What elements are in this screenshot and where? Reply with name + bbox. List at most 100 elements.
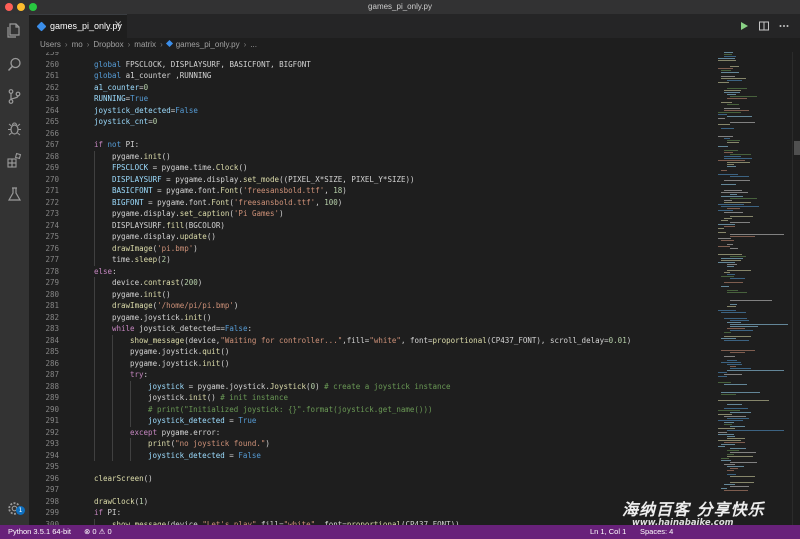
minimap-line (724, 442, 745, 443)
watermark-url: www.hainabaike.com (632, 518, 734, 528)
code-editor[interactable]: 259 260 global FPSCLOCK, DISPLAYSURF, BASI… (29, 52, 714, 525)
code-line[interactable]: 298 drawClock(1) (29, 496, 714, 508)
python-interpreter[interactable]: Python 3.5.1 64-bit (8, 525, 71, 539)
code-token: () (202, 312, 212, 322)
breadcrumb-item[interactable]: mo (72, 40, 83, 49)
breadcrumb-item[interactable]: games_pi_only.py (176, 40, 240, 49)
breadcrumb-item[interactable]: Users (40, 40, 61, 49)
code-line[interactable]: 280 pygame.init() (29, 288, 714, 300)
indent-guide (112, 415, 113, 427)
line-number: 262 (45, 82, 59, 92)
code-line[interactable]: 293 print("no joystick found.") (29, 438, 714, 450)
code-line[interactable]: 269 FPSCLOCK = pygame.time.Clock() (29, 162, 714, 174)
code-token: set_mode (242, 174, 280, 184)
code-line[interactable]: 275 pygame.display.update() (29, 231, 714, 243)
code-line[interactable]: 299 if PI: (29, 507, 714, 519)
extensions-icon[interactable] (6, 152, 23, 169)
line-number: 287 (45, 370, 59, 379)
tab-games-pi-only[interactable]: games_pi_only.py × (29, 14, 127, 38)
code-line[interactable]: 296 clearScreen() (29, 473, 714, 485)
minimap-line (730, 486, 750, 487)
run-python-icon[interactable] (738, 20, 750, 32)
code-line[interactable]: 291 joystick_detected = True (29, 415, 714, 427)
code-token: () (143, 473, 153, 483)
code-text: global FPSCLOCK, DISPLAYSURF, BASICFONT,… (94, 59, 311, 71)
code-line[interactable]: 265 joystick_cnt=0 (29, 116, 714, 128)
code-line[interactable]: 287 try: (29, 369, 714, 381)
code-token: 0.01 (608, 335, 627, 345)
tab-close-icon[interactable]: × (114, 19, 122, 30)
code-line[interactable]: 260 global FPSCLOCK, DISPLAYSURF, BASICFO… (29, 59, 714, 71)
code-line[interactable]: 273 pygame.display.set_caption('Pi Games'… (29, 208, 714, 220)
code-line[interactable]: 262 a1_counter=0 (29, 82, 714, 94)
code-line[interactable]: 285 pygame.joystick.quit() (29, 346, 714, 358)
code-line[interactable]: 288 joystick = pygame.joystick.Joystick(0… (29, 380, 714, 392)
code-line[interactable]: 282 pygame.joystick.init() (29, 311, 714, 323)
minimap-line (718, 82, 729, 83)
code-token: pygame.joystick. (112, 312, 185, 322)
breadcrumb-item[interactable]: ... (250, 40, 257, 49)
code-line[interactable]: 264 joystick_detected=False (29, 105, 714, 117)
minimap-line (730, 66, 739, 67)
indent-guide (94, 346, 95, 358)
code-line[interactable]: 286 pygame.joystick.init() (29, 357, 714, 369)
code-line[interactable]: 292 except pygame.error: (29, 426, 714, 438)
problems-indicator[interactable]: ⊗ 0 ⚠ 0 (84, 525, 112, 539)
minimap-line (718, 232, 726, 233)
more-actions-icon[interactable] (778, 20, 790, 32)
minimap-line (727, 162, 751, 163)
code-line[interactable]: 263 RUNNING=True (29, 93, 714, 105)
line-number: 281 (45, 301, 59, 310)
search-icon[interactable] (6, 56, 23, 73)
code-line[interactable]: 277 time.sleep(2) (29, 254, 714, 266)
code-line[interactable]: 276 drawImage('pi.bmp') (29, 242, 714, 254)
code-token: joystick_cnt (94, 117, 149, 126)
minimap-line (724, 272, 731, 273)
code-line[interactable]: 268 pygame.init() (29, 150, 714, 163)
line-number: 284 (45, 335, 59, 345)
code-line[interactable]: 290 # print("Initialized joystick: {}".fo… (29, 403, 714, 415)
breadcrumb-item[interactable]: Dropbox (93, 40, 123, 49)
code-token: 18 (333, 186, 343, 195)
code-line[interactable]: 270 DISPLAYSURF = pygame.display.set_mode… (29, 173, 714, 185)
editor-scrollbar[interactable] (792, 52, 800, 525)
code-line[interactable]: 281 drawImage('/home/pi/pi.bmp') (29, 300, 714, 312)
code-token: if (94, 508, 104, 517)
minimap-line (724, 408, 748, 409)
debug-icon[interactable] (6, 120, 23, 137)
code-token: ) (279, 209, 284, 218)
code-line[interactable]: 266 (29, 128, 714, 140)
code-line[interactable]: 272 BIGFONT = pygame.font.Font('freesansb… (29, 196, 714, 208)
code-line[interactable]: 297 (29, 484, 714, 496)
test-flask-icon[interactable] (6, 186, 23, 203)
scrollbar-thumb[interactable] (794, 141, 800, 155)
indent-guide (94, 288, 95, 300)
source-control-icon[interactable] (6, 88, 23, 105)
code-text: BASICFONT = pygame.font.Font('freesansbo… (112, 185, 347, 197)
indent-guide (130, 415, 131, 427)
code-line[interactable]: 267 if not PI: (29, 139, 714, 151)
code-line[interactable]: 294 joystick_detected = False (29, 449, 714, 461)
line-number: 292 (45, 427, 59, 437)
indent-guide (112, 426, 113, 438)
code-line[interactable]: 271 BASICFONT = pygame.font.Font('freesan… (29, 185, 714, 197)
code-line[interactable]: 284 show_message(device,"Waiting for cont… (29, 334, 714, 346)
code-line[interactable]: 279 device.contrast(200) (29, 277, 714, 289)
split-editor-icon[interactable] (758, 20, 770, 32)
code-line[interactable]: 295 (29, 461, 714, 473)
code-line[interactable]: 283 while joystick_detected==False: (29, 323, 714, 335)
code-line[interactable]: 278 else: (29, 266, 714, 278)
minimap-line (718, 428, 735, 429)
code-line[interactable]: 261 global a1_counter ,RUNNING (29, 70, 714, 82)
cursor-position[interactable]: Ln 1, Col 1 (590, 525, 626, 539)
code-token: pygame.joystick. (130, 347, 203, 356)
code-text: else: (94, 266, 117, 278)
minimap[interactable] (714, 52, 792, 525)
indent-guide (130, 380, 131, 392)
code-text: pygame.init() (112, 151, 171, 163)
code-token: False (175, 105, 198, 115)
code-line[interactable]: 274 DISPLAYSURF.fill(BGCOLOR) (29, 219, 714, 231)
breadcrumb-item[interactable]: matrix (134, 40, 156, 49)
code-line[interactable]: 289 joystick.init() # init instance (29, 392, 714, 404)
explorer-icon[interactable] (6, 22, 23, 39)
